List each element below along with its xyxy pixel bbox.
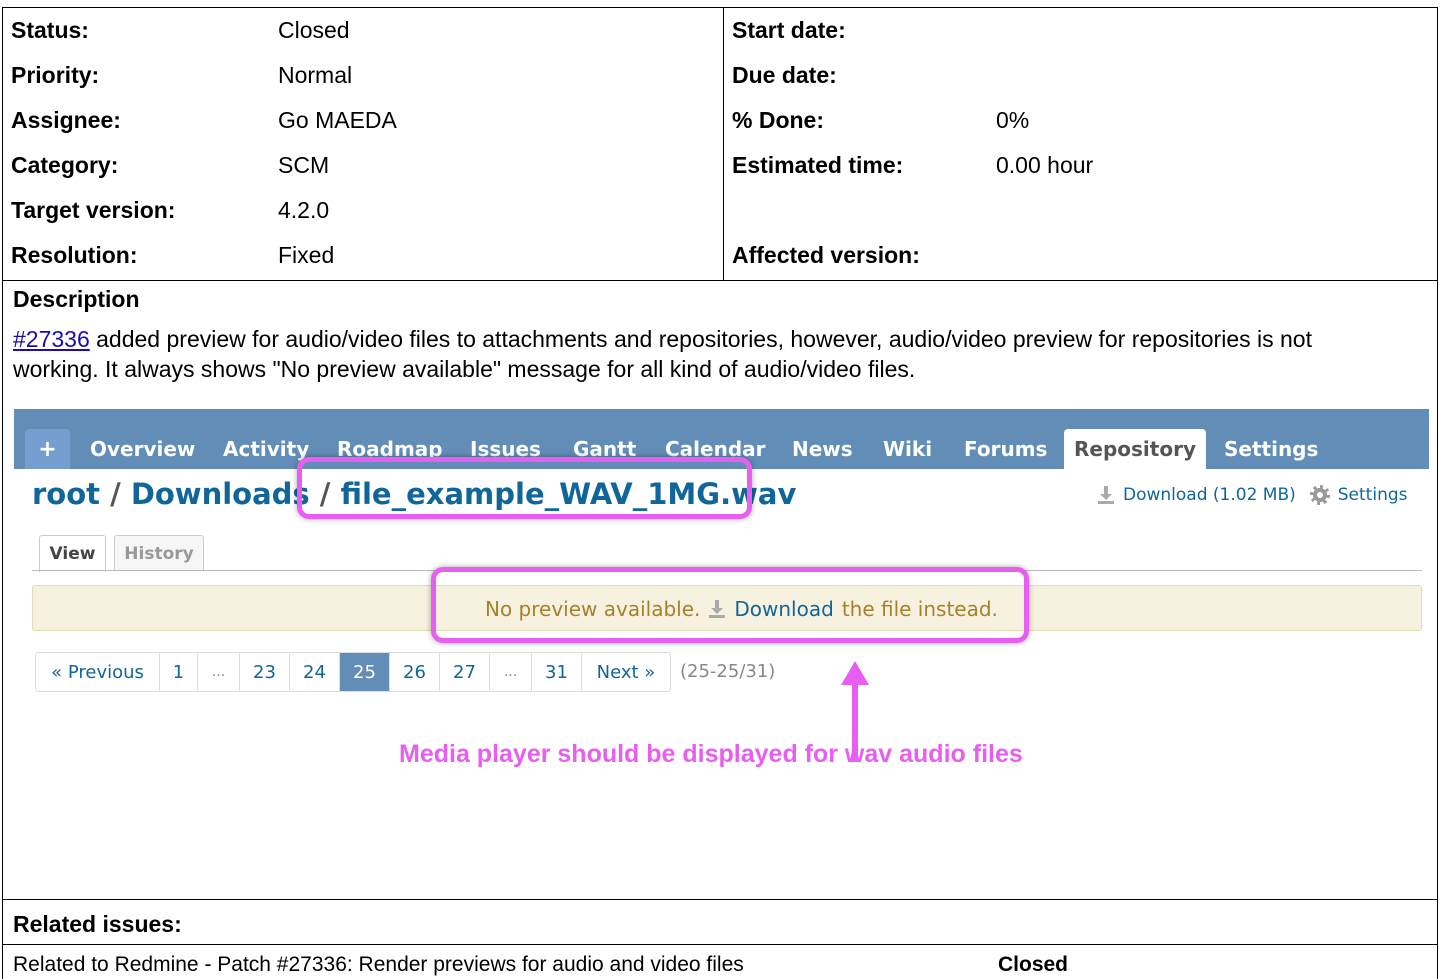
embedded-screenshot: + Overview Activity Roadmap Issues Gantt… <box>14 409 1429 889</box>
tab-news[interactable]: News <box>792 429 853 469</box>
attr-estimated-time: Estimated time: <box>732 143 903 188</box>
attr-assignee-value[interactable]: Go MAEDA <box>278 98 397 143</box>
highlight-filename-box <box>297 457 752 519</box>
pagination-previous[interactable]: « Previous <box>36 653 160 691</box>
breadcrumb-root[interactable]: root <box>32 477 100 511</box>
attr-category: Category: <box>11 143 118 188</box>
pagination-next[interactable]: Next » <box>582 653 670 691</box>
attr-done: % Done: <box>732 98 824 143</box>
tab-wiki[interactable]: Wiki <box>883 429 932 469</box>
tab-overview[interactable]: Overview <box>90 429 195 469</box>
highlight-preview-box <box>431 567 1029 643</box>
attr-status-value: Closed <box>278 17 350 43</box>
download-link[interactable]: Download (1.02 MB) <box>1123 485 1296 505</box>
attr-done-value: 0% <box>996 107 1030 133</box>
tab-settings[interactable]: Settings <box>1224 429 1318 469</box>
attr-label: Status: <box>11 17 89 43</box>
attributes-divider <box>723 8 724 281</box>
related-issues-section: Related issues: Related to Redmine - Pat… <box>2 900 1438 979</box>
attr-affected-version: Affected version: <box>732 233 920 278</box>
attr-label: Due date: <box>732 62 837 88</box>
attr-priority-value: Normal <box>278 62 353 88</box>
attr-label: Affected version: <box>732 242 920 268</box>
issue-attributes: Status: Closed Priority: Normal Assignee… <box>2 7 1438 281</box>
attr-due-date: Due date: <box>732 53 837 98</box>
tab-activity[interactable]: Activity <box>223 429 309 469</box>
attr-assignee: Assignee: <box>11 98 121 143</box>
attr-resolution-value: Fixed <box>278 242 335 268</box>
tab-forums[interactable]: Forums <box>964 429 1047 469</box>
related-issue-status: Closed <box>998 953 1069 976</box>
pagination-current-page: 25 <box>340 653 390 691</box>
attr-category-value: SCM <box>278 152 330 178</box>
attr-resolution: Resolution: <box>11 233 138 278</box>
description-section: Description #27336 added preview for aud… <box>2 280 1438 900</box>
attr-priority: Priority: <box>11 53 99 98</box>
attr-label: Start date: <box>732 17 846 43</box>
tab-history[interactable]: History <box>114 535 204 571</box>
pagination: « Previous 1 ... 23 24 25 26 27 ... 31 N… <box>35 652 671 692</box>
related-issue-row: Related to Redmine - Patch #27336: Rende… <box>3 944 1437 979</box>
pagination-count: (25-25/31) <box>680 661 776 682</box>
pagination-page[interactable]: 31 <box>532 653 582 691</box>
annotation-text: Media player should be displayed for wav… <box>399 740 1023 768</box>
attr-start-date: Start date: <box>732 8 846 53</box>
breadcrumb-downloads[interactable]: Downloads <box>131 477 310 511</box>
tab-view[interactable]: View <box>39 535 106 572</box>
contextual-actions: Download (1.02 MB) Settings <box>1097 485 1408 505</box>
download-icon <box>1097 486 1115 504</box>
related-issue-link[interactable]: Related to Redmine - Patch #27336: Rende… <box>13 953 744 977</box>
pagination-page[interactable]: 1 <box>160 653 198 691</box>
description-text: #27336 added preview for audio/video fil… <box>13 324 1403 384</box>
pagination-gap: ... <box>198 653 240 691</box>
pagination-page[interactable]: 26 <box>390 653 440 691</box>
attr-label: Priority: <box>11 62 100 88</box>
attr-target-version: Target version: <box>11 188 175 233</box>
related-issues-heading: Related issues: <box>13 911 182 937</box>
issue-link[interactable]: #27336 <box>13 326 90 352</box>
attr-label: Target version: <box>11 197 176 223</box>
attr-status: Status: <box>11 8 89 53</box>
attr-label: Assignee: <box>11 107 121 133</box>
attr-label: Category: <box>11 152 119 178</box>
pagination-gap: ... <box>490 653 532 691</box>
gear-icon <box>1309 485 1330 505</box>
pagination-page[interactable]: 24 <box>290 653 340 691</box>
breadcrumb-separator: / <box>100 477 131 511</box>
pagination-page[interactable]: 23 <box>240 653 290 691</box>
description-heading: Description <box>13 286 140 312</box>
attr-target-version-value[interactable]: 4.2.0 <box>278 188 329 233</box>
attr-label: Resolution: <box>11 242 138 268</box>
attr-label: Estimated time: <box>732 152 904 178</box>
settings-link[interactable]: Settings <box>1338 485 1408 505</box>
new-object-button[interactable]: + <box>25 429 70 469</box>
attr-estimated-time-value: 0.00 hour <box>996 152 1094 178</box>
pagination-page[interactable]: 27 <box>440 653 490 691</box>
description-body: added preview for audio/video files to a… <box>13 326 1312 382</box>
attr-label: % Done: <box>732 107 824 133</box>
tab-repository[interactable]: Repository <box>1064 429 1206 469</box>
